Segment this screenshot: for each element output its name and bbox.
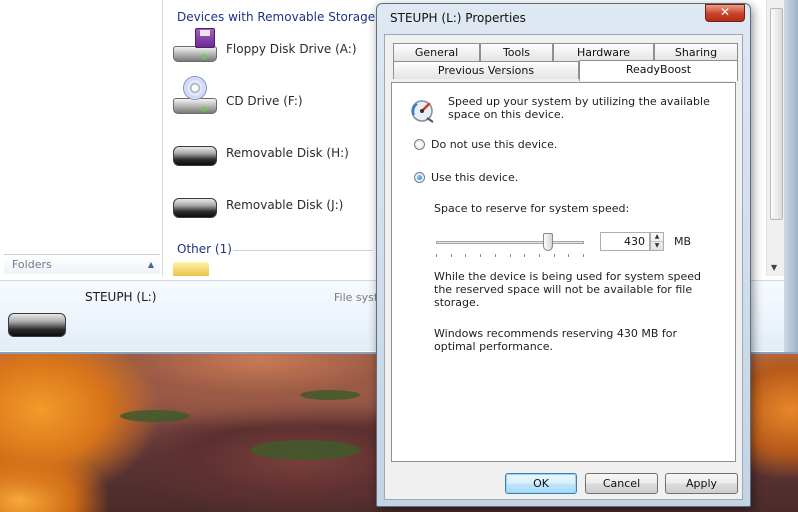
unit-label: MB — [674, 235, 692, 248]
details-drive-name: STEUPH (L:) — [85, 290, 157, 304]
tab-sharing[interactable]: Sharing — [654, 43, 738, 61]
reserve-slider-thumb[interactable] — [543, 233, 554, 251]
readyboost-icon — [411, 100, 434, 123]
removable-disk-icon — [173, 196, 217, 218]
slider-tick — [583, 254, 584, 257]
navigation-pane[interactable] — [4, 0, 163, 276]
radio-do-not-use[interactable]: Do not use this device. — [414, 138, 557, 151]
readyboost-page: Speed up your system by utilizing the av… — [391, 82, 736, 462]
slider-tick — [480, 254, 481, 257]
storage-note: While the device is being used for syste… — [434, 270, 702, 309]
reserve-size-stepper[interactable]: ▲ ▼ — [650, 232, 664, 251]
ok-button[interactable]: OK — [505, 473, 577, 494]
radio-label: Do not use this device. — [431, 138, 558, 151]
scrollbar-thumb[interactable] — [770, 8, 783, 220]
chevron-up-icon: ▲ — [147, 260, 154, 269]
drive-label: Removable Disk (J:) — [226, 198, 344, 212]
removable-disk-icon — [173, 144, 217, 166]
drive-label: Removable Disk (H:) — [226, 146, 349, 160]
details-file-system: File syst — [334, 291, 379, 304]
floppy-drive-icon — [173, 28, 217, 62]
drives-list: Devices with Removable Storage (8) Flopp… — [163, 0, 396, 276]
reserve-slider-track[interactable] — [436, 241, 584, 244]
radio-label: Use this device. — [431, 171, 519, 184]
removable-disk-icon — [8, 313, 66, 339]
slider-tick — [539, 254, 540, 257]
dialog-body: General Tools Hardware Sharing Previous … — [384, 34, 743, 500]
drive-label: CD Drive (F:) — [226, 94, 303, 108]
wallpaper-shrub — [250, 440, 360, 460]
drive-item-floppy[interactable]: Floppy Disk Drive (A:) — [171, 28, 381, 74]
tab-previous-versions[interactable]: Previous Versions — [393, 61, 579, 79]
vertical-scrollbar[interactable]: ▼ — [766, 0, 785, 276]
tab-readyboost[interactable]: ReadyBoost — [579, 60, 738, 81]
cancel-button[interactable]: Cancel — [585, 473, 658, 494]
drive-item-cd[interactable]: CD Drive (F:) — [171, 76, 381, 126]
folders-toggle[interactable]: Folders ▲ — [4, 254, 160, 274]
group-header-other: Other (1) — [177, 242, 232, 256]
radio-button-icon[interactable] — [414, 139, 425, 150]
group-divider — [233, 250, 373, 251]
cd-drive-icon — [173, 76, 217, 114]
tab-hardware[interactable]: Hardware — [553, 43, 654, 61]
wallpaper-shrub — [300, 390, 360, 400]
slider-tick — [510, 254, 511, 257]
slider-tick — [568, 254, 569, 257]
slider-tick — [495, 254, 496, 257]
wallpaper-shrub — [120, 410, 190, 422]
scroll-down-icon[interactable]: ▼ — [771, 263, 777, 272]
slider-tick — [451, 254, 452, 257]
drive-label: Floppy Disk Drive (A:) — [226, 42, 357, 56]
recommendation-text: Windows recommends reserving 430 MB for … — [434, 327, 678, 353]
slider-tick — [436, 254, 437, 257]
reserve-space-label: Space to reserve for system speed: — [434, 202, 630, 215]
drive-item-removable-j[interactable]: Removable Disk (J:) — [171, 186, 381, 230]
apply-button[interactable]: Apply — [665, 473, 738, 494]
folders-label: Folders — [12, 258, 52, 271]
drive-item-removable-h[interactable]: Removable Disk (H:) — [171, 134, 381, 178]
tab-tools[interactable]: Tools — [480, 43, 553, 61]
spin-up-icon[interactable]: ▲ — [651, 233, 663, 242]
slider-tick — [554, 254, 555, 257]
slider-ticks — [436, 254, 584, 258]
slider-tick — [524, 254, 525, 257]
reserve-size-input[interactable] — [600, 232, 650, 251]
slider-tick — [465, 254, 466, 257]
radio-button-checked-icon[interactable] — [414, 172, 425, 183]
group-header-removable: Devices with Removable Storage (8) — [177, 10, 396, 24]
spin-down-icon[interactable]: ▼ — [651, 242, 663, 250]
folder-icon — [173, 262, 209, 276]
tab-general[interactable]: General — [393, 43, 480, 61]
close-button[interactable]: ✕ — [705, 4, 745, 22]
dialog-title: STEUPH (L:) Properties — [390, 11, 526, 25]
radio-use-device[interactable]: Use this device. — [414, 171, 518, 184]
properties-dialog: STEUPH (L:) Properties ✕ General Tools H… — [376, 3, 751, 507]
readyboost-intro: Speed up your system by utilizing the av… — [448, 95, 710, 121]
window-edge — [784, 0, 798, 352]
